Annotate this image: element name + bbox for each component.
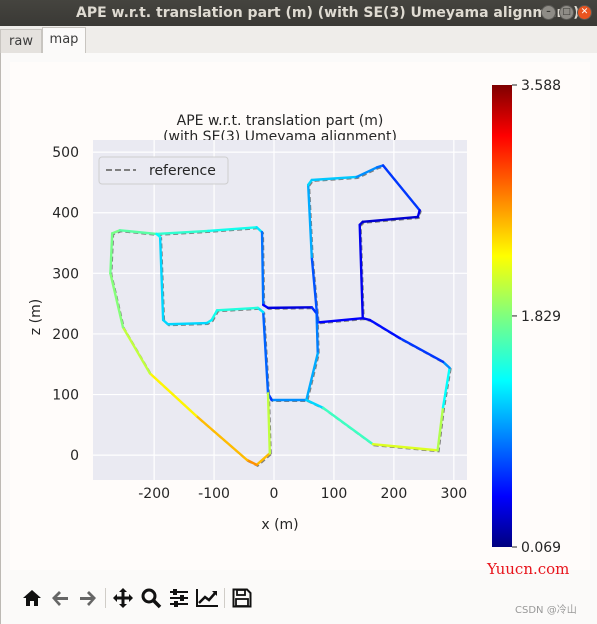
navigation-toolbar xyxy=(18,585,256,611)
colorbar-ticks: 3.588 1.829 0.069 xyxy=(512,78,561,556)
x-tick-label: 100 xyxy=(321,486,348,502)
trajectory-segment xyxy=(166,321,209,326)
edit-axis-button[interactable] xyxy=(193,585,221,611)
zoom-button[interactable] xyxy=(137,585,165,611)
colorbar xyxy=(492,85,512,547)
back-arrow-icon xyxy=(52,591,68,606)
colorbar-tick-label: 0.069 xyxy=(521,540,561,556)
x-tick-label: -200 xyxy=(138,486,170,502)
watermark-site: Yuucn.com xyxy=(487,560,570,578)
y-axis-label: z (m) xyxy=(28,299,44,335)
home-icon xyxy=(23,590,41,606)
trajectory-segment xyxy=(260,230,265,307)
colorbar-tick-label: 3.588 xyxy=(521,78,561,94)
ape-map-plot: APE w.r.t. translation part (m) (with SE… xyxy=(28,78,561,556)
watermark-author: CSDN @冷山 xyxy=(515,605,577,616)
save-button[interactable] xyxy=(228,585,256,611)
y-tick-label: 400 xyxy=(52,206,79,222)
save-icon xyxy=(232,588,252,608)
legend: reference xyxy=(98,156,229,185)
x-axis-label: x (m) xyxy=(261,517,298,533)
axes-background xyxy=(93,140,467,480)
configure-subplots-button[interactable] xyxy=(165,585,193,611)
forward-button[interactable] xyxy=(74,585,102,611)
y-tick-label: 500 xyxy=(52,145,79,161)
y-tick-label: 300 xyxy=(52,266,79,282)
trajectory-segment xyxy=(266,306,313,310)
configure-subplots-icon xyxy=(170,589,188,607)
x-tick-label: -100 xyxy=(198,486,230,502)
pan-button[interactable] xyxy=(109,585,137,611)
home-button[interactable] xyxy=(18,585,46,611)
y-tick-label: 0 xyxy=(70,448,79,464)
x-tick-label: 0 xyxy=(270,486,279,502)
zoom-icon xyxy=(141,588,162,609)
back-button[interactable] xyxy=(46,585,74,611)
pan-icon xyxy=(113,588,133,608)
colorbar-tick-label: 1.829 xyxy=(521,309,561,325)
x-tick-label: 300 xyxy=(440,486,467,502)
forward-arrow-icon xyxy=(80,591,96,606)
toolbar-separator xyxy=(224,588,225,608)
x-tick-label: 200 xyxy=(381,486,408,502)
edit-axis-icon xyxy=(196,589,218,607)
toolbar-separator xyxy=(105,588,106,608)
y-tick-label: 200 xyxy=(52,327,79,343)
legend-reference-label: reference xyxy=(149,163,216,179)
y-tick-label: 100 xyxy=(52,388,79,404)
chart-title: APE w.r.t. translation part (m) xyxy=(177,113,384,129)
